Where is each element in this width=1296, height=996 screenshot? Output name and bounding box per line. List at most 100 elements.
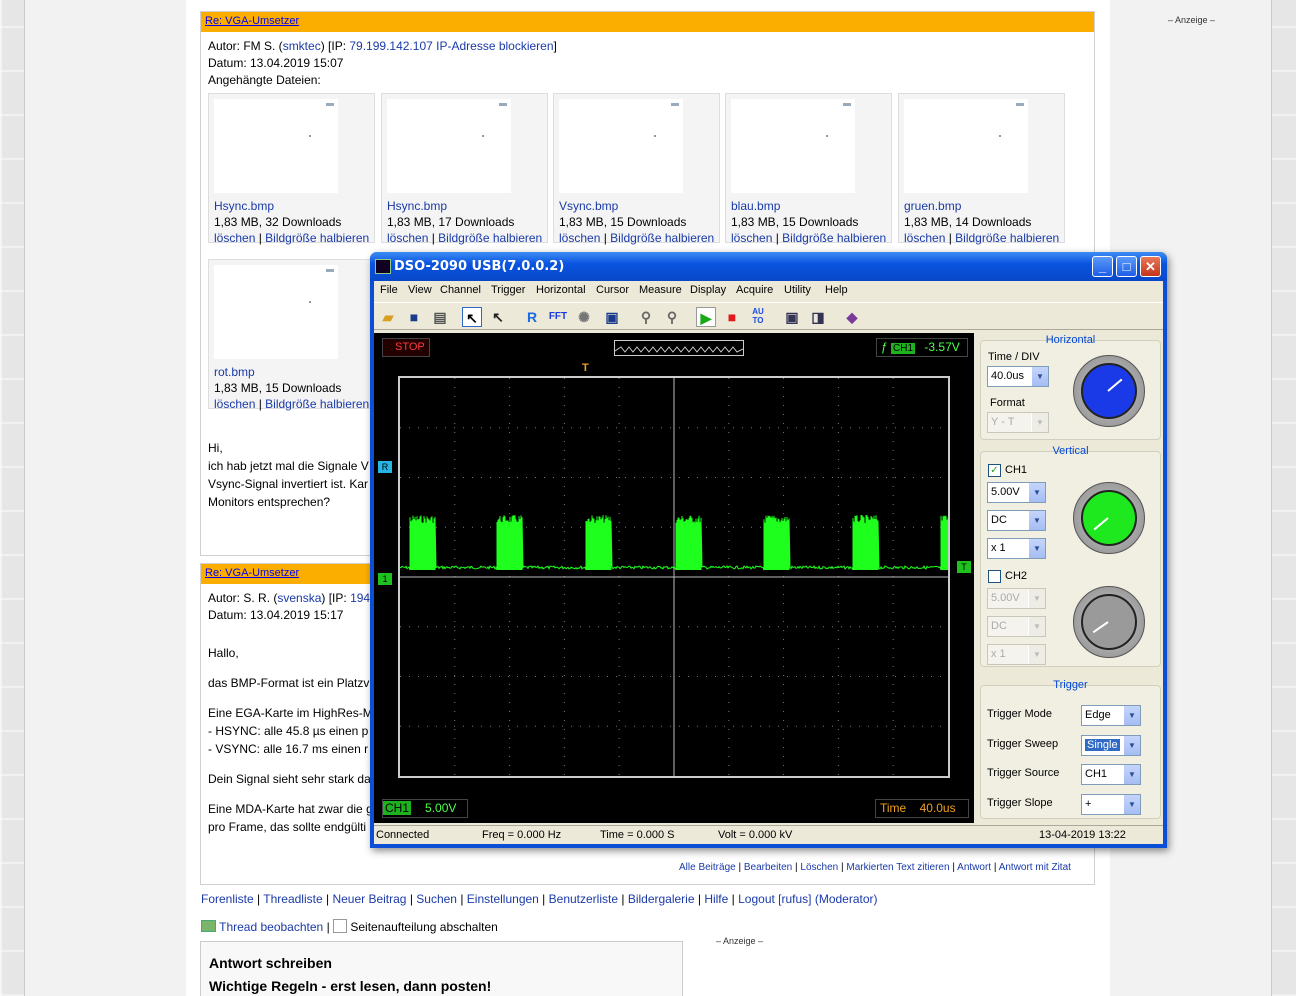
ch2-volts-select[interactable]: 5.00V ▼	[987, 588, 1046, 609]
attachment-thumbnail[interactable]	[559, 99, 683, 193]
minimize-button[interactable]: _	[1092, 256, 1113, 277]
print-icon[interactable]: ▤	[430, 307, 450, 327]
delete-attachment-link[interactable]: löschen	[214, 397, 255, 411]
menu-item[interactable]: File	[380, 284, 398, 296]
menu-item[interactable]: Help	[825, 284, 848, 296]
author-link[interactable]: smktec	[283, 39, 321, 53]
close-button[interactable]: ✕	[1140, 256, 1161, 277]
menu-item[interactable]: Display	[690, 284, 726, 296]
time-knob[interactable]	[1073, 355, 1145, 427]
halve-image-link[interactable]: Bildgröße halbieren	[610, 231, 714, 245]
format-select[interactable]: Y - T ▼	[987, 412, 1049, 433]
pointer-icon[interactable]: ↖	[462, 307, 482, 327]
halve-image-link[interactable]: Bildgröße halbieren	[438, 231, 542, 245]
pagination-toggle[interactable]: Seitenaufteilung abschalten	[350, 920, 497, 934]
ch1-volts-knob[interactable]	[1073, 482, 1145, 554]
post-action-link[interactable]: Bearbeiten	[744, 862, 792, 873]
menu-item[interactable]: Trigger	[491, 284, 525, 296]
open-icon[interactable]: ▰	[378, 307, 398, 327]
post-action-link[interactable]: Löschen	[800, 862, 838, 873]
run-icon[interactable]: ▶	[696, 307, 716, 327]
attachment-link[interactable]: Hsync.bmp	[387, 199, 447, 213]
menu-item[interactable]: Utility	[784, 284, 811, 296]
halve-image-link[interactable]: Bildgröße halbieren	[265, 397, 369, 411]
ch1-coupling-select[interactable]: DC ▼	[987, 510, 1046, 531]
ip-link[interactable]: 79.199.142.107	[349, 39, 432, 53]
post-title-link[interactable]: Re: VGA-Umsetzer	[205, 15, 299, 27]
footer-nav-link[interactable]: Suchen	[416, 892, 457, 906]
ch2-volts-knob[interactable]	[1073, 586, 1145, 658]
save-icon[interactable]: ■	[404, 307, 424, 327]
time-div-select[interactable]: 40.0us ▼	[987, 366, 1049, 387]
ch1-checkbox[interactable]: ✓	[988, 464, 1001, 477]
maximize-button[interactable]: □	[1116, 256, 1137, 277]
zoom-out-icon[interactable]: ⚲	[662, 307, 682, 327]
attachment-link[interactable]: gruen.bmp	[904, 199, 961, 213]
ch2-coupling-select[interactable]: DC ▼	[987, 616, 1046, 637]
delete-attachment-link[interactable]: löschen	[904, 231, 945, 245]
post-action-link[interactable]: Antwort mit Zitat	[999, 862, 1071, 873]
menu-item[interactable]: Acquire	[736, 284, 773, 296]
rules-link[interactable]: Wichtige Regeln - erst lesen, dann poste…	[209, 975, 674, 996]
attachment-thumbnail[interactable]	[387, 99, 511, 193]
delete-attachment-link[interactable]: löschen	[214, 231, 255, 245]
attachment-thumbnail[interactable]	[904, 99, 1028, 193]
menu-item[interactable]: Cursor	[596, 284, 629, 296]
title-bar[interactable]: DSO-2090 USB(7.0.0.2) _ □ ✕	[370, 252, 1167, 281]
ref-marker[interactable]: R	[378, 461, 392, 473]
cursor-icon[interactable]: ↖	[488, 307, 508, 327]
post-action-link[interactable]: Antwort	[957, 862, 991, 873]
ch2-probe-select[interactable]: x 1 ▼	[987, 644, 1046, 665]
help-book-icon[interactable]: ◆	[842, 307, 862, 327]
footer-nav-link[interactable]: Bildergalerie	[628, 892, 695, 906]
post-title-link[interactable]: Re: VGA-Umsetzer	[205, 567, 299, 579]
fullscreen-icon[interactable]: ▣	[782, 307, 802, 327]
reference-icon[interactable]: R	[522, 307, 542, 327]
attachment-link[interactable]: rot.bmp	[214, 365, 255, 379]
post-action-link[interactable]: Alle Beiträge	[679, 862, 736, 873]
trigger-position-marker[interactable]: T	[582, 362, 589, 374]
footer-nav-link[interactable]: Forenliste	[201, 892, 254, 906]
measure-icon[interactable]: ✺	[574, 307, 594, 327]
halve-image-link[interactable]: Bildgröße halbieren	[782, 231, 886, 245]
footer-nav-link[interactable]: Einstellungen	[467, 892, 539, 906]
trigger-sweep-select[interactable]: Single ▼	[1081, 735, 1141, 756]
delete-attachment-link[interactable]: löschen	[559, 231, 600, 245]
zoom-in-icon[interactable]: ⚲	[636, 307, 656, 327]
trigger-level-marker[interactable]: T	[957, 561, 971, 573]
author-link[interactable]: svenska	[277, 591, 321, 605]
trigger-slope-select[interactable]: + ▼	[1081, 794, 1141, 815]
footer-nav-link[interactable]: Neuer Beitrag	[332, 892, 406, 906]
ip-link[interactable]: 194	[350, 591, 370, 605]
menu-item[interactable]: Channel	[440, 284, 481, 296]
ch1-probe-select[interactable]: x 1 ▼	[987, 538, 1046, 559]
footer-nav-link[interactable]: Benutzerliste	[549, 892, 618, 906]
menu-item[interactable]: View	[408, 284, 432, 296]
attachment-thumbnail[interactable]	[214, 265, 338, 359]
stop-icon[interactable]: ■	[722, 307, 742, 327]
panel-icon[interactable]: ◨	[808, 307, 828, 327]
ch1-volts-select[interactable]: 5.00V ▼	[987, 482, 1046, 503]
attachment-thumbnail[interactable]	[214, 99, 338, 193]
footer-nav-link[interactable]: Logout [rufus] (Moderator)	[738, 892, 877, 906]
footer-nav-link[interactable]: Threadliste	[263, 892, 322, 906]
ch2-checkbox[interactable]	[988, 570, 1001, 583]
delete-attachment-link[interactable]: löschen	[731, 231, 772, 245]
auto-icon[interactable]: AU TO	[748, 307, 768, 327]
delete-attachment-link[interactable]: löschen	[387, 231, 428, 245]
footer-nav-link[interactable]: Hilfe	[704, 892, 728, 906]
block-ip-link[interactable]: IP-Adresse blockieren	[436, 39, 553, 53]
halve-image-link[interactable]: Bildgröße halbieren	[955, 231, 1059, 245]
post-action-link[interactable]: Markierten Text zitieren	[846, 862, 949, 873]
menu-item[interactable]: Horizontal	[536, 284, 586, 296]
menu-item[interactable]: Measure	[639, 284, 682, 296]
graph-icon[interactable]: ▣	[602, 307, 622, 327]
attachment-link[interactable]: blau.bmp	[731, 199, 780, 213]
halve-image-link[interactable]: Bildgröße halbieren	[265, 231, 369, 245]
fft-icon[interactable]: FFT	[548, 307, 568, 327]
watch-thread-link[interactable]: Thread beobachten	[219, 920, 323, 934]
attachment-thumbnail[interactable]	[731, 99, 855, 193]
attachment-link[interactable]: Vsync.bmp	[559, 199, 618, 213]
attachment-link[interactable]: Hsync.bmp	[214, 199, 274, 213]
trigger-source-select[interactable]: CH1 ▼	[1081, 764, 1141, 785]
